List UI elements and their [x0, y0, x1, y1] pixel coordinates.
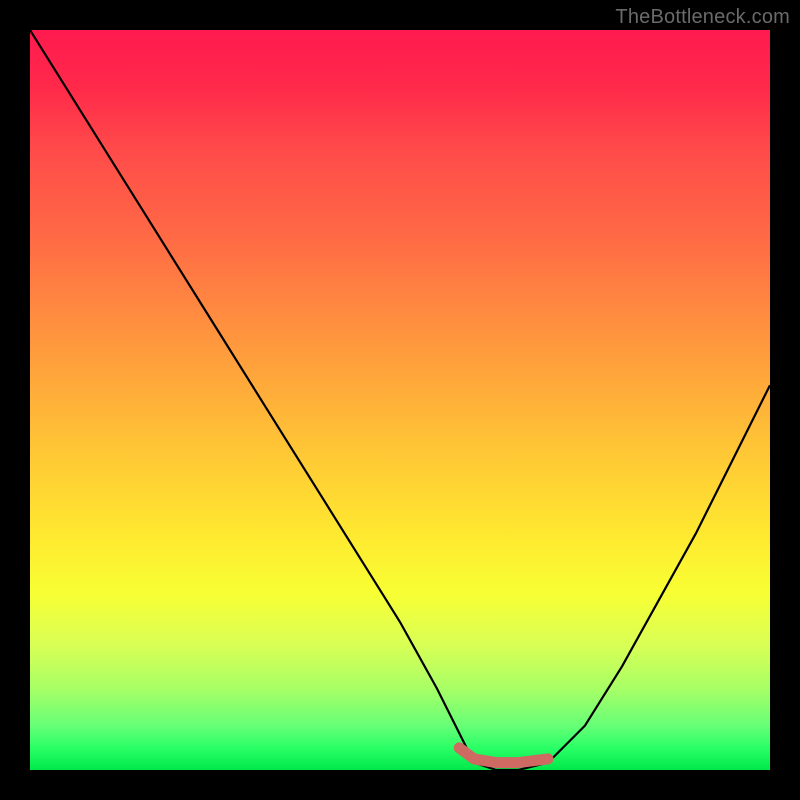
- bottleneck-curve: [30, 30, 770, 770]
- chart-container: TheBottleneck.com: [0, 0, 800, 800]
- watermark-text: TheBottleneck.com: [615, 6, 790, 29]
- optimal-range-marker: [459, 748, 548, 763]
- plot-area: [30, 30, 770, 770]
- chart-svg: [30, 30, 770, 770]
